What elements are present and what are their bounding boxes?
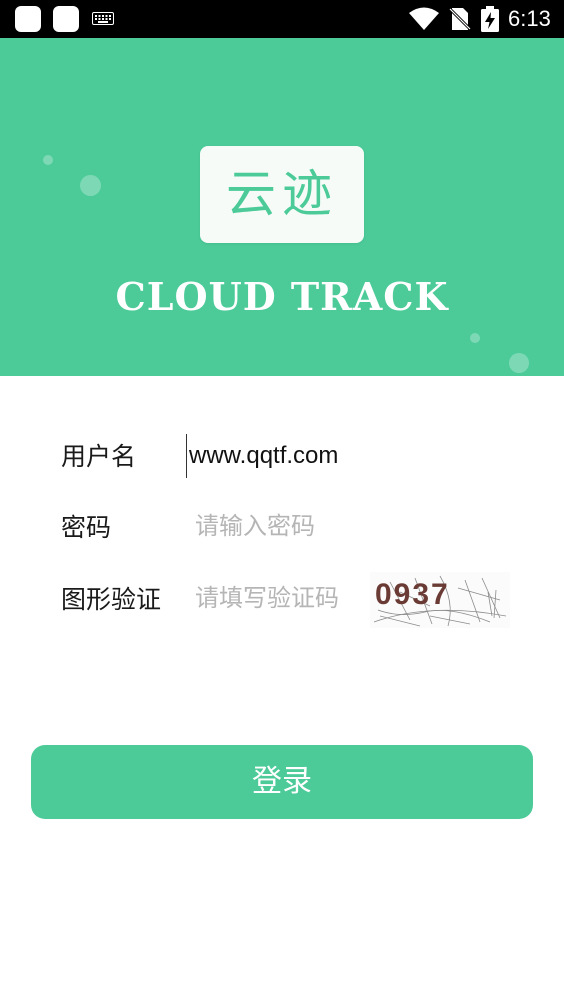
password-label: 密码 bbox=[61, 513, 112, 542]
app-logo: 云迹 bbox=[200, 146, 364, 243]
brand-name: CLOUD TRACK bbox=[115, 274, 449, 319]
login-screen: 6:13 云迹 CLOUD TRACK 用户名 密码 图形验证 bbox=[0, 0, 564, 1002]
captcha-label: 图形验证 bbox=[61, 585, 162, 614]
app-icon bbox=[15, 6, 41, 32]
decorative-dot bbox=[509, 353, 529, 373]
username-input[interactable] bbox=[186, 434, 519, 478]
battery-charging-icon bbox=[481, 6, 499, 32]
logo-text: 云迹 bbox=[226, 165, 338, 223]
decorative-dot bbox=[470, 333, 480, 343]
login-button[interactable]: 登录 bbox=[31, 745, 533, 819]
username-row: 用户名 bbox=[0, 432, 564, 482]
username-label: 用户名 bbox=[61, 442, 137, 471]
keyboard-icon bbox=[92, 12, 114, 25]
captcha-row: 图形验证 0937 bbox=[0, 572, 564, 628]
decorative-dot bbox=[43, 155, 53, 165]
header-banner: 云迹 CLOUD TRACK bbox=[0, 38, 564, 376]
password-row: 密码 bbox=[0, 503, 564, 553]
wifi-icon bbox=[409, 7, 439, 30]
status-time: 6:13 bbox=[508, 6, 551, 31]
captcha-image[interactable]: 0937 bbox=[370, 572, 510, 628]
status-bar: 6:13 bbox=[0, 0, 564, 38]
app-icon bbox=[53, 6, 79, 32]
no-sim-icon bbox=[449, 7, 471, 31]
decorative-dot bbox=[80, 175, 101, 196]
password-input[interactable] bbox=[193, 505, 395, 549]
captcha-input[interactable] bbox=[193, 577, 355, 621]
captcha-text: 0937 bbox=[375, 578, 450, 611]
